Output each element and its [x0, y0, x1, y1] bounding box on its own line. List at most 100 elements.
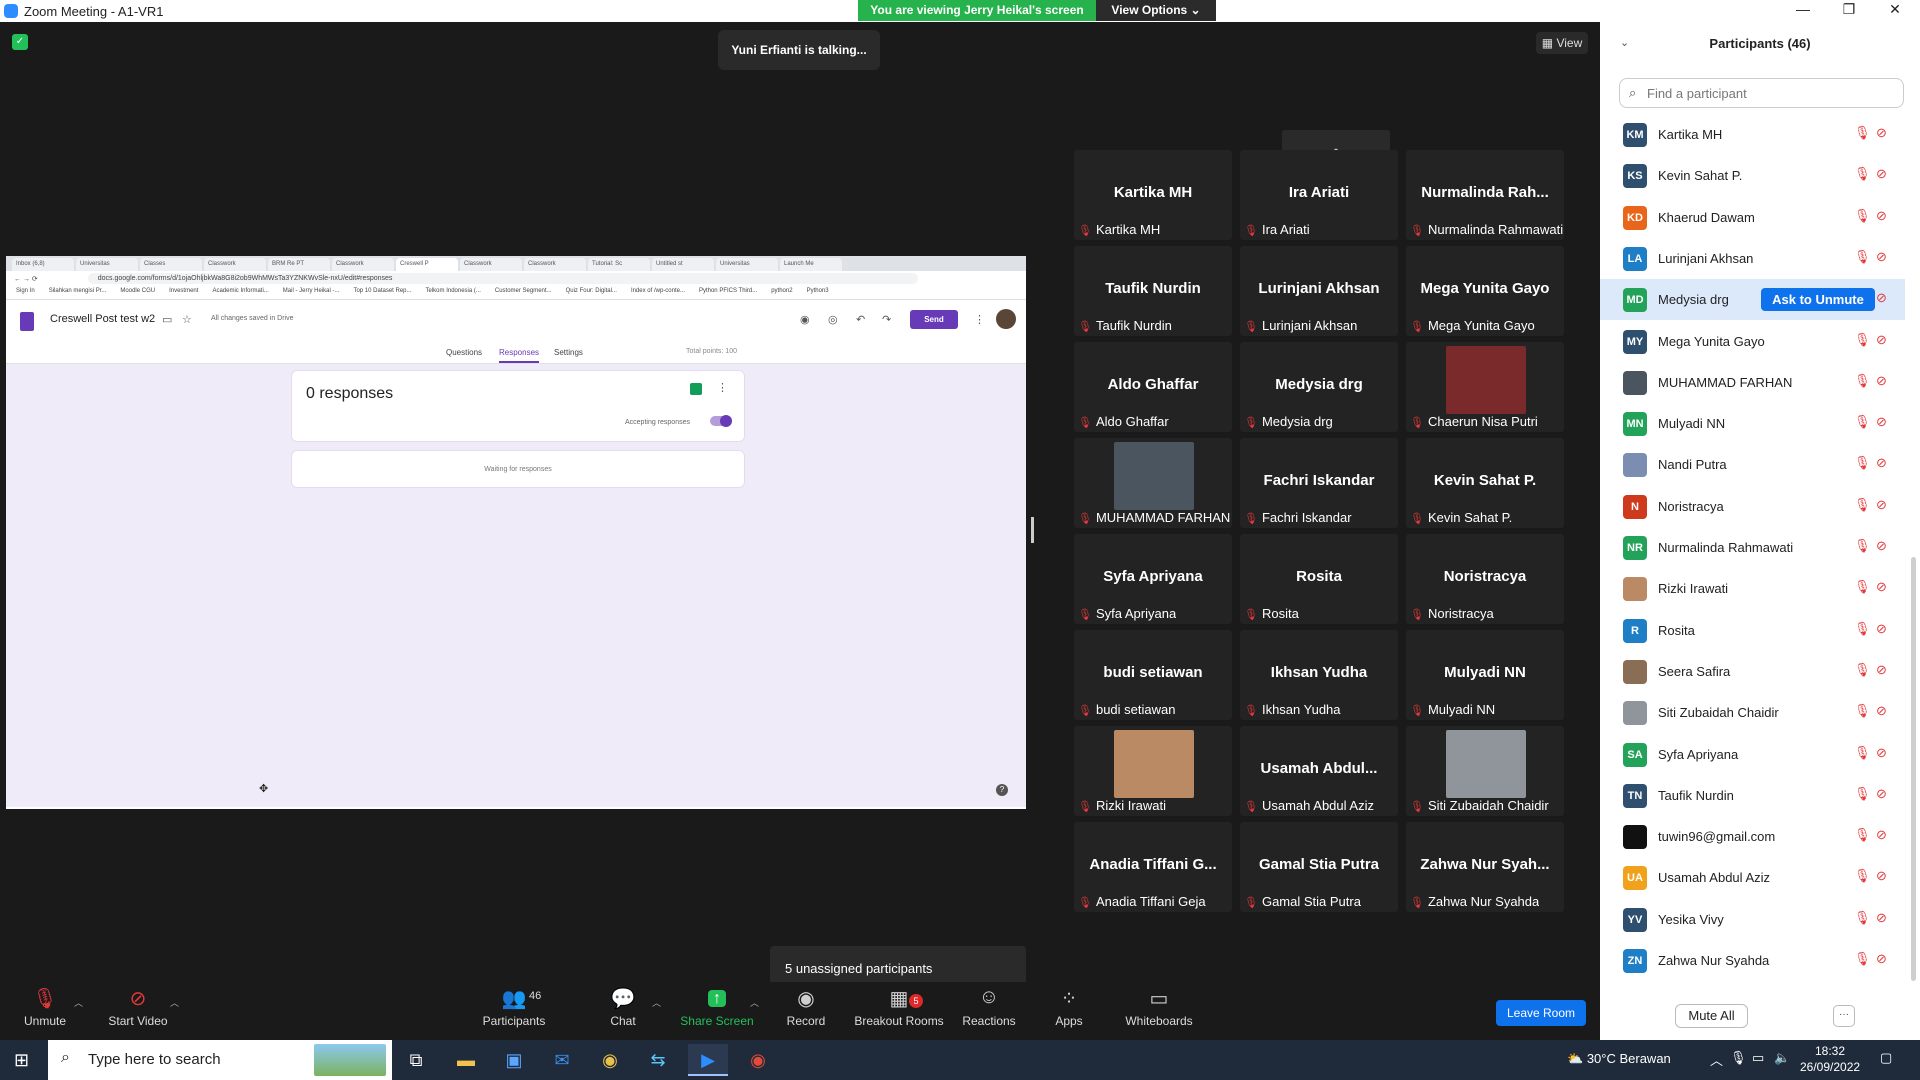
participants-button[interactable]: 👥 Participants [469, 986, 559, 1028]
participant-row[interactable]: MUHAMMAD FARHAN 🎙 ⊘ [1600, 362, 1905, 403]
apps-button[interactable]: ⁘ Apps [1024, 986, 1114, 1028]
chat-options-chevron-icon[interactable]: ︿ [652, 996, 661, 1009]
participant-row[interactable]: NR Nurmalinda Rahmawati 🎙 ⊘ [1600, 527, 1905, 568]
record-label: Record [786, 1014, 826, 1028]
video-tile[interactable]: Usamah Abdul... 🎙 Usamah Abdul Aziz [1240, 726, 1398, 816]
video-tile[interactable]: Gamal Stia Putra 🎙 Gamal Stia Putra [1240, 822, 1398, 912]
taskbar-search-input[interactable]: ⌕ Type here to search [48, 1040, 392, 1080]
participant-row[interactable]: MN Mulyadi NN 🎙 ⊘ [1600, 403, 1905, 444]
file-explorer-icon[interactable]: ▬ [446, 1044, 486, 1076]
participant-list[interactable]: KM Kartika MH 🎙 ⊘ KS Kevin Sahat P. 🎙 ⊘ KD Khaeru… [1600, 114, 1905, 994]
video-tile[interactable]: Mulyadi NN 🎙 Mulyadi NN [1406, 630, 1564, 720]
teamviewer-icon[interactable]: ⇆ [638, 1044, 678, 1076]
participant-row[interactable]: MY Mega Yunita Gayo 🎙 ⊘ [1600, 321, 1905, 362]
video-off-icon: ⊘ [1876, 827, 1887, 843]
mute-all-button[interactable]: Mute All [1675, 1004, 1748, 1028]
more-options-button[interactable]: ··· [1833, 1005, 1855, 1027]
tile-name-label: 🎙 Anadia Tiffani Geja [1078, 894, 1206, 909]
responses-count: 0 responses [306, 385, 394, 402]
tray-mic-icon[interactable]: 🎙 [1730, 1050, 1747, 1066]
view-button[interactable]: ▦ View [1536, 32, 1588, 54]
avatar [1623, 701, 1647, 726]
tile-label-text: Taufik Nurdin [1095, 318, 1172, 333]
participant-row[interactable]: UA Usamah Abdul Aziz 🎙 ⊘ [1600, 857, 1905, 898]
video-tile[interactable]: 🎙 Siti Zubaidah Chaidir [1406, 726, 1564, 816]
minimize-button[interactable]: — [1780, 1, 1826, 17]
participant-row[interactable]: Seera Safira 🎙 ⊘ [1600, 651, 1905, 692]
video-tile[interactable]: 🎙 Rizki Irawati [1074, 726, 1232, 816]
record-button[interactable]: ◉ Record [761, 986, 851, 1028]
video-tile[interactable]: Nurmalinda Rah... 🎙 Nurmalinda Rahmawati [1406, 150, 1564, 240]
participant-row[interactable]: YV Yesika Vivy 🎙 ⊘ [1600, 899, 1905, 940]
notifications-icon[interactable]: ▢ [1880, 1050, 1892, 1066]
video-tile[interactable]: 🎙 Chaerun Nisa Putri [1406, 342, 1564, 432]
video-tile[interactable]: Taufik Nurdin 🎙 Taufik Nurdin [1074, 246, 1232, 336]
share-screen-button[interactable]: ↑ Share Screen [672, 986, 762, 1028]
reactions-button[interactable]: ☺ Reactions [944, 986, 1034, 1028]
video-tile[interactable]: Kevin Sahat P. 🎙 Kevin Sahat P. [1406, 438, 1564, 528]
audio-options-chevron-icon[interactable]: ︿ [74, 996, 83, 1009]
participant-row[interactable]: R Rosita 🎙 ⊘ [1600, 610, 1905, 651]
maximize-button[interactable]: ❐ [1826, 1, 1872, 18]
video-tile[interactable]: Lurinjani Akhsan 🎙 Lurinjani Akhsan [1240, 246, 1398, 336]
video-tile[interactable]: Ikhsan Yudha 🎙 Ikhsan Yudha [1240, 630, 1398, 720]
taskbar-clock[interactable]: 18:32 26/09/2022 [1800, 1043, 1860, 1075]
chrome-profile-icon[interactable]: ◉ [738, 1044, 778, 1076]
video-tile[interactable]: Medysia drg 🎙 Medysia drg [1240, 342, 1398, 432]
tile-display-name: Kevin Sahat P. [1433, 472, 1537, 489]
breakout-rooms-button[interactable]: ▦ Breakout Rooms [853, 986, 945, 1028]
close-button[interactable]: ✕ [1872, 1, 1918, 18]
video-tile[interactable]: Fachri Iskandar 🎙 Fachri Iskandar [1240, 438, 1398, 528]
share-options-chevron-icon[interactable]: ︿ [750, 996, 759, 1009]
participant-row[interactable]: SA Syfa Apriyana 🎙 ⊘ [1600, 734, 1905, 775]
video-tile[interactable]: Kartika MH 🎙 Kartika MH [1074, 150, 1232, 240]
view-options-button[interactable]: View Options ⌄ [1096, 0, 1216, 21]
leave-room-button[interactable]: Leave Room [1496, 1000, 1586, 1026]
task-view-icon[interactable]: ⧉ [396, 1044, 436, 1076]
weather-widget[interactable]: ⛅ 30°C Berawan [1567, 1051, 1671, 1067]
participant-row[interactable]: Rizki Irawati 🎙 ⊘ [1600, 568, 1905, 609]
chrome-icon[interactable]: ◉ [590, 1044, 630, 1076]
video-tile[interactable]: Rosita 🎙 Rosita [1240, 534, 1398, 624]
tray-chevron-icon[interactable]: ︿ [1710, 1050, 1723, 1069]
store-icon[interactable]: ▣ [494, 1044, 534, 1076]
video-options-chevron-icon[interactable]: ︿ [170, 996, 179, 1009]
mail-icon[interactable]: ✉ [542, 1044, 582, 1076]
participant-row[interactable]: tuwin96@gmail.com 🎙 ⊘ [1600, 816, 1905, 857]
split-resize-handle[interactable] [1031, 517, 1034, 543]
participant-row[interactable]: KS Kevin Sahat P. 🎙 ⊘ [1600, 155, 1905, 196]
participant-row[interactable]: LA Lurinjani Akhsan 🎙 ⊘ [1600, 238, 1905, 279]
video-tile[interactable]: budi setiawan 🎙 budi setiawan [1074, 630, 1232, 720]
participant-row[interactable]: Siti Zubaidah Chaidir 🎙 ⊘ [1600, 692, 1905, 733]
avatar: MD [1623, 288, 1647, 313]
video-tile[interactable]: Syfa Apriyana 🎙 Syfa Apriyana [1074, 534, 1232, 624]
participant-row[interactable]: MD Medysia drg Ask to Unmute ⊘ [1600, 279, 1905, 321]
volume-icon[interactable]: 🔈 [1774, 1050, 1790, 1066]
tile-label-text: Syfa Apriyana [1095, 606, 1177, 621]
security-shield-icon[interactable]: ✓ [12, 34, 28, 50]
network-icon[interactable]: ▭ [1752, 1050, 1764, 1066]
video-tile[interactable]: Noristracya 🎙 Noristracya [1406, 534, 1564, 624]
video-off-icon: ⊘ [1876, 248, 1887, 264]
video-tile[interactable]: Mega Yunita Gayo 🎙 Mega Yunita Gayo [1406, 246, 1564, 336]
browser-tab: Classes [140, 258, 202, 271]
video-tile[interactable]: 🎙 MUHAMMAD FARHAN [1074, 438, 1232, 528]
ask-to-unmute-button[interactable]: Ask to Unmute [1761, 288, 1875, 312]
participant-list-scrollbar[interactable] [1911, 557, 1916, 981]
participant-row[interactable]: KD Khaerud Dawam 🎙 ⊘ [1600, 197, 1905, 238]
participant-photo [1114, 730, 1194, 798]
reactions-icon: ☺ [978, 986, 1000, 1008]
participant-row[interactable]: N Noristracya 🎙 ⊘ [1600, 486, 1905, 527]
participant-row[interactable]: TN Taufik Nurdin 🎙 ⊘ [1600, 775, 1905, 816]
participant-row[interactable]: KM Kartika MH 🎙 ⊘ [1600, 114, 1905, 155]
participant-row[interactable]: Nandi Putra 🎙 ⊘ [1600, 444, 1905, 485]
video-tile[interactable]: Zahwa Nur Syah... 🎙 Zahwa Nur Syahda [1406, 822, 1564, 912]
video-tile[interactable]: Aldo Ghaffar 🎙 Aldo Ghaffar [1074, 342, 1232, 432]
video-tile[interactable]: Ira Ariati 🎙 Ira Ariati [1240, 150, 1398, 240]
participant-search-input[interactable]: ⌕ Find a participant [1619, 78, 1904, 108]
video-tile[interactable]: Anadia Tiffani G... 🎙 Anadia Tiffani Geja [1074, 822, 1232, 912]
participant-row[interactable]: ZN Zahwa Nur Syahda 🎙 ⊘ [1600, 940, 1905, 981]
whiteboards-button[interactable]: ▭ Whiteboards [1114, 986, 1204, 1028]
zoom-taskbar-icon[interactable]: ▶ [688, 1044, 728, 1076]
windows-start-icon[interactable]: ⊞ [14, 1050, 29, 1071]
